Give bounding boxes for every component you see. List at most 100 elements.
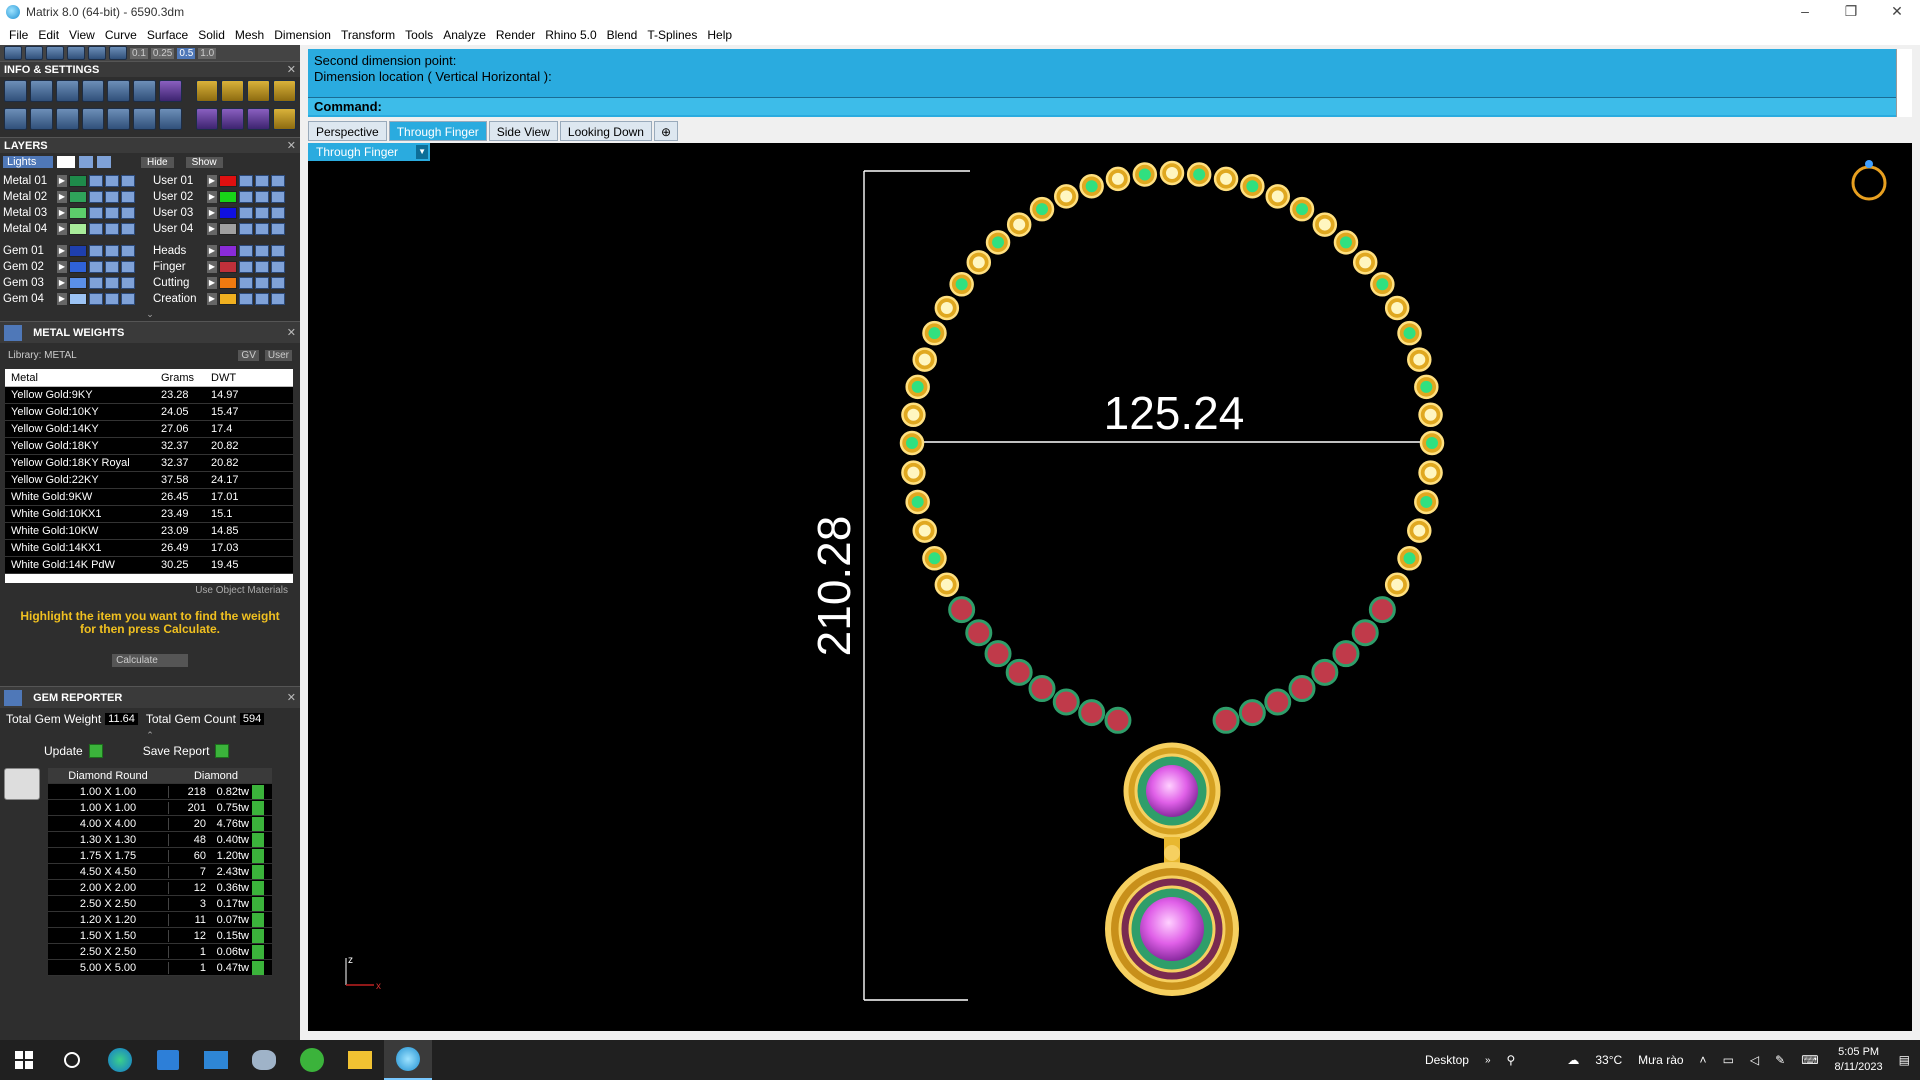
visible-icon[interactable] (255, 207, 269, 219)
layer-color-swatch[interactable] (219, 207, 237, 219)
collapse-icon[interactable]: ⌃ (0, 730, 300, 740)
play-icon[interactable] (252, 928, 264, 943)
layer-color-swatch[interactable] (69, 277, 87, 289)
layout-icon[interactable] (247, 80, 271, 102)
ring-view-icon[interactable] (1851, 160, 1887, 201)
layer-color-swatch[interactable] (219, 261, 237, 273)
list-item[interactable]: 1.30 X 1.30 48 0.40tw (48, 832, 272, 848)
move-icon[interactable] (273, 108, 297, 130)
visible-icon[interactable] (105, 261, 119, 273)
lock-icon[interactable] (239, 175, 253, 187)
layer-row[interactable]: Creation ▶ (153, 291, 297, 307)
points-icon[interactable] (221, 108, 245, 130)
green-app-icon[interactable] (288, 1040, 336, 1080)
minus-icon[interactable] (29, 108, 53, 130)
layer-color-swatch[interactable] (219, 245, 237, 257)
select-icon[interactable] (271, 277, 285, 289)
play-icon[interactable] (252, 864, 264, 879)
layer-row[interactable]: Metal 01 ▶ (3, 173, 147, 189)
menu-view[interactable]: View (64, 28, 100, 42)
layer-row[interactable]: Finger ▶ (153, 259, 297, 275)
list-item[interactable]: 2.50 X 2.50 3 0.17tw (48, 896, 272, 912)
lock-icon[interactable] (239, 293, 253, 305)
lock-icon[interactable] (239, 245, 253, 257)
play-icon[interactable]: ▶ (57, 223, 67, 235)
close-button[interactable]: ✕ (1874, 0, 1920, 24)
volume-icon[interactable]: ◁ (1750, 1053, 1759, 1067)
menu-surface[interactable]: Surface (142, 28, 193, 42)
chevron-up-icon[interactable]: ˄ (1700, 1053, 1707, 1067)
frame-icon[interactable] (221, 80, 245, 102)
table-row[interactable]: White Gold:10KX1 23.49 15.1 (5, 506, 293, 523)
menu-edit[interactable]: Edit (33, 28, 64, 42)
play-icon[interactable] (252, 816, 264, 831)
layer-row[interactable]: User 01 ▶ (153, 173, 297, 189)
play-icon[interactable]: ▶ (207, 293, 217, 305)
diamond-round-icon[interactable] (4, 768, 40, 800)
select-icon[interactable] (121, 277, 135, 289)
list-item[interactable]: 1.50 X 1.50 12 0.15tw (48, 928, 272, 944)
lock-icon[interactable] (89, 261, 103, 273)
visible-icon[interactable] (255, 293, 269, 305)
lock-icon[interactable] (89, 191, 103, 203)
play-icon[interactable]: ▶ (207, 191, 217, 203)
play-icon[interactable]: ▶ (57, 277, 67, 289)
box-icon[interactable] (81, 108, 105, 130)
layer-color-swatch[interactable] (69, 245, 87, 257)
table-row[interactable]: Yellow Gold:22KY 37.58 24.17 (5, 472, 293, 489)
select-icon[interactable] (121, 191, 135, 203)
grid-view-icon[interactable] (4, 108, 27, 130)
edit-icon[interactable] (133, 80, 157, 102)
layer-color-swatch[interactable] (69, 207, 87, 219)
menu-rhino[interactable]: Rhino 5.0 (540, 28, 601, 42)
layer-row[interactable]: Metal 03 ▶ (3, 205, 147, 221)
play-icon[interactable] (252, 784, 264, 799)
lights-layer[interactable]: Lights (3, 156, 53, 168)
visible-icon[interactable] (97, 156, 111, 168)
select-icon[interactable] (121, 223, 135, 235)
layer-color-swatch[interactable] (69, 175, 87, 187)
visible-icon[interactable] (105, 245, 119, 257)
collapse-icon[interactable]: ⌄ (0, 309, 300, 319)
update-button[interactable]: Update (44, 744, 103, 758)
select-icon[interactable] (271, 261, 285, 273)
gem-icon[interactable] (159, 80, 183, 102)
mail-icon[interactable] (192, 1040, 240, 1080)
lock-icon[interactable] (89, 175, 103, 187)
rhino-icon[interactable] (240, 1040, 288, 1080)
snap-tool-icon[interactable] (25, 46, 43, 60)
visible-icon[interactable] (255, 245, 269, 257)
desktop-label[interactable]: Desktop (1425, 1053, 1469, 1067)
column-dwt[interactable]: DWT (207, 372, 267, 384)
visible-icon[interactable] (105, 277, 119, 289)
play-icon[interactable]: ▶ (207, 277, 217, 289)
minimize-button[interactable]: – (1782, 0, 1828, 24)
curve-tool-icon[interactable] (67, 46, 85, 60)
layer-row[interactable]: Heads ▶ (153, 243, 297, 259)
menu-curve[interactable]: Curve (100, 28, 142, 42)
layer-color-swatch[interactable] (69, 261, 87, 273)
layer-row[interactable]: User 02 ▶ (153, 189, 297, 205)
list-item[interactable]: 5.00 X 5.00 1 0.47tw (48, 960, 272, 976)
menu-dimension[interactable]: Dimension (269, 28, 336, 42)
store-icon[interactable] (144, 1040, 192, 1080)
layer-color-swatch[interactable] (69, 223, 87, 235)
play-icon[interactable] (252, 848, 264, 863)
select-icon[interactable] (121, 175, 135, 187)
play-icon[interactable] (252, 880, 264, 895)
lock-icon[interactable] (89, 277, 103, 289)
step-value-3[interactable]: 0.5 (177, 47, 196, 59)
play-icon[interactable]: ▶ (57, 191, 67, 203)
table-row[interactable]: Yellow Gold:10KY 24.05 15.47 (5, 404, 293, 421)
start-icon[interactable] (0, 1040, 48, 1080)
play-icon[interactable]: ▶ (207, 175, 217, 187)
layer-color-swatch[interactable] (219, 175, 237, 187)
restore-button[interactable]: ❐ (1828, 0, 1874, 24)
table-row[interactable]: White Gold:9KW 26.45 17.01 (5, 489, 293, 506)
eye-tool-icon[interactable] (88, 46, 106, 60)
list-item[interactable]: 1.00 X 1.00 201 0.75tw (48, 800, 272, 816)
lock-icon[interactable] (239, 207, 253, 219)
lock-icon[interactable] (89, 245, 103, 257)
menu-solid[interactable]: Solid (193, 28, 230, 42)
close-icon[interactable]: ✕ (287, 687, 296, 709)
